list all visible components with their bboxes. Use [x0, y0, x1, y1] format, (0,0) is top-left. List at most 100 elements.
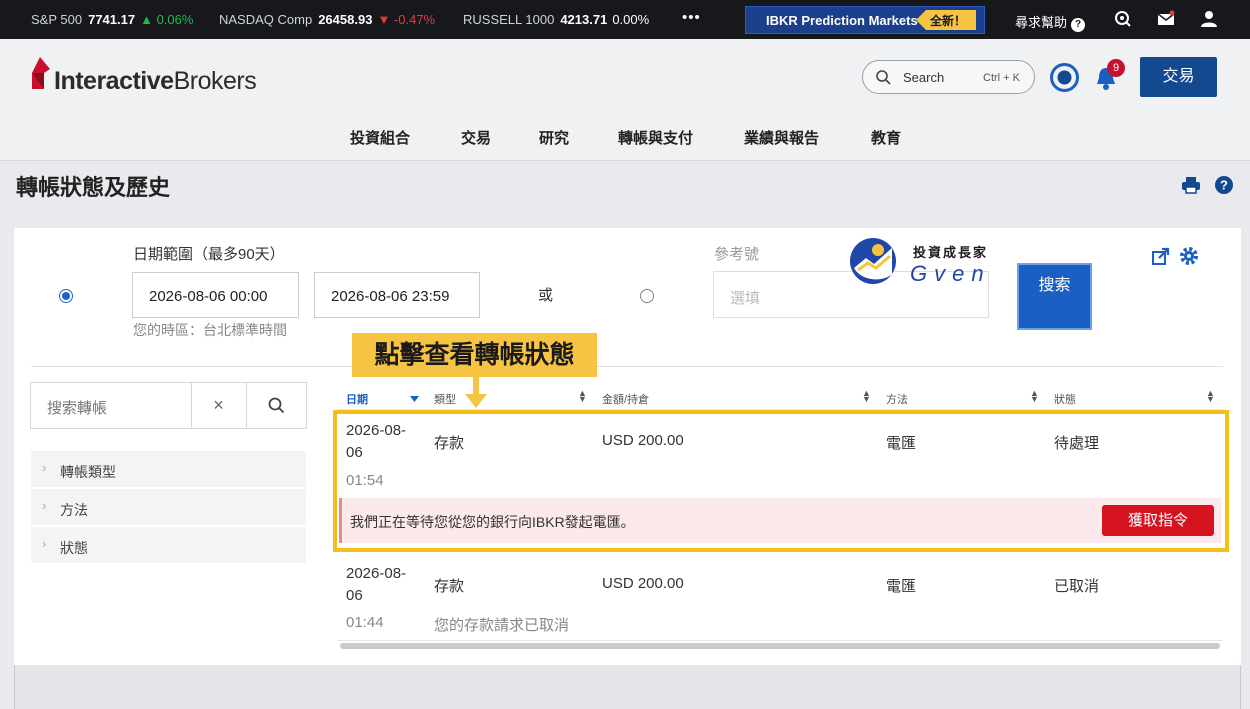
search-label: Search	[903, 70, 945, 85]
col-header-method[interactable]: 方法	[886, 391, 908, 407]
notifications-button[interactable]: 9	[1094, 59, 1125, 93]
user-account-icon[interactable]	[1200, 10, 1218, 28]
filter-label: 轉帳類型	[60, 464, 116, 480]
nav-trade[interactable]: 交易	[461, 127, 491, 148]
nav-education[interactable]: 教育	[871, 127, 901, 148]
svg-text:?: ?	[1220, 178, 1228, 193]
chevron-right-icon: ›	[42, 536, 47, 551]
ticker-name: S&P 500	[31, 12, 83, 27]
row-note: 您的存款請求已取消	[434, 617, 570, 634]
search-icon	[876, 70, 891, 85]
horizontal-scrollbar[interactable]	[340, 643, 1220, 649]
row-status: 已取消	[1054, 578, 1100, 595]
logo-text: InteractiveBrokers	[54, 67, 257, 96]
watermark-logo: 投資成長家 Gven	[848, 234, 1008, 288]
filter-transfer-type[interactable]: › 轉帳類型	[31, 451, 306, 488]
lower-panel	[14, 665, 1241, 709]
page-title: 轉帳狀態及歷史	[16, 175, 171, 200]
print-icon[interactable]	[1181, 175, 1201, 195]
callout-arrow-icon	[465, 377, 487, 408]
row-type: 存款	[434, 578, 465, 595]
filter-label: 方法	[60, 502, 88, 518]
help-icon: ?	[1071, 18, 1086, 32]
main-header: InteractiveBrokers Search Ctrl + K 9 交易 …	[0, 39, 1250, 161]
nav-transfer-pay[interactable]: 轉帳與支付	[618, 127, 693, 148]
promo-label: IBKR Prediction Markets	[766, 13, 918, 28]
ibot-assistant-icon[interactable]	[1050, 63, 1079, 92]
new-badge: 全新！	[915, 10, 976, 30]
ib-logo-icon	[32, 57, 50, 89]
row-method: 電匯	[886, 578, 917, 595]
search-button[interactable]: 搜索	[1017, 263, 1092, 330]
section-divider	[31, 366, 1223, 367]
reference-radio[interactable]	[640, 289, 654, 303]
chat-support-icon[interactable]	[1114, 10, 1132, 28]
row-time: 01:44	[346, 614, 384, 631]
sort-desc-icon[interactable]	[410, 396, 419, 402]
clear-search-button[interactable]: ×	[191, 382, 247, 429]
notification-count-badge: 9	[1107, 59, 1125, 77]
col-header-amount[interactable]: 金額/持倉	[602, 391, 649, 407]
highlight-box	[333, 410, 1229, 552]
filter-label: 狀態	[60, 540, 88, 556]
ticker-change-down: ▼ -0.47%	[377, 12, 436, 27]
ticker-change: 0.00%	[612, 12, 650, 27]
search-shortcut: Ctrl + K	[983, 72, 1020, 84]
sort-toggle-icon[interactable]: ▲ ▼	[1206, 389, 1215, 404]
date-to-input[interactable]: 2026-08-06 23:59	[314, 272, 480, 318]
nav-portfolio[interactable]: 投資組合	[350, 127, 410, 148]
ticker-name: NASDAQ Comp	[219, 12, 313, 27]
filter-status[interactable]: › 狀態	[31, 527, 306, 564]
ticker-russell[interactable]: RUSSELL 1000 4213.71 0.00%	[463, 12, 649, 27]
nav-performance-reports[interactable]: 業績與報告	[744, 127, 819, 148]
timezone-note: 您的時區：台北標準時間	[133, 322, 287, 338]
ticker-change-up: ▲ 0.06%	[140, 12, 194, 27]
help-link[interactable]: 尋求幫助?	[1015, 12, 1086, 32]
sort-toggle-icon[interactable]: ▲ ▼	[862, 389, 871, 404]
ticker-name: RUSSELL 1000	[463, 12, 555, 27]
row-divider	[337, 640, 1223, 641]
watermark-emblem-icon	[850, 238, 896, 284]
watermark-title: 投資成長家	[913, 245, 989, 260]
ticker-value: 4213.71	[560, 12, 608, 27]
market-ticker-bar: S&P 500 7741.17 ▲ 0.06% NASDAQ Comp 26458.9…	[0, 0, 1250, 39]
col-header-type[interactable]: 類型	[434, 391, 456, 407]
ticker-sp500[interactable]: S&P 500 7741.17 ▲ 0.06%	[31, 12, 193, 27]
global-search-button[interactable]: Search Ctrl + K	[862, 60, 1035, 94]
ticker-change: 0.06%	[156, 12, 194, 27]
chevron-right-icon: ›	[42, 498, 47, 513]
logo-text-bold: Interactive	[54, 67, 174, 95]
watermark-name: Gven	[910, 261, 991, 286]
col-header-date[interactable]: 日期	[346, 391, 368, 407]
tutorial-callout: 點擊查看轉帳狀態	[352, 333, 597, 377]
reference-label: 參考號	[714, 246, 760, 263]
date-range-label: 日期範圍（最多90天）	[133, 246, 285, 263]
filter-search-button[interactable]	[246, 382, 307, 429]
more-tickers-icon[interactable]: •••	[682, 9, 701, 26]
nav-research[interactable]: 研究	[539, 127, 569, 148]
ticker-change: -0.47%	[393, 12, 436, 27]
filter-method[interactable]: › 方法	[31, 489, 306, 526]
sort-toggle-icon[interactable]: ▲ ▼	[578, 389, 587, 404]
share-icon[interactable]	[1151, 246, 1171, 266]
or-label: 或	[538, 287, 554, 304]
ticker-nasdaq[interactable]: NASDAQ Comp 26458.93 ▼ -0.47%	[219, 12, 435, 27]
row-date: 2026-08-06	[346, 565, 407, 604]
logo-text-rest: Brokers	[173, 67, 257, 95]
row-amount: USD 200.00	[602, 575, 684, 592]
search-icon	[268, 397, 285, 414]
chevron-right-icon: ›	[42, 460, 47, 475]
transfer-search-input[interactable]: 搜索轉帳	[30, 382, 192, 429]
trade-button[interactable]: 交易	[1140, 57, 1217, 97]
help-icon[interactable]: ?	[1214, 175, 1234, 195]
ticker-value: 7741.17	[88, 12, 136, 27]
date-from-input[interactable]: 2026-08-06 00:00	[132, 272, 299, 318]
ticker-value: 26458.93	[318, 12, 373, 27]
settings-gear-icon[interactable]	[1179, 246, 1199, 266]
sort-toggle-icon[interactable]: ▲ ▼	[1030, 389, 1039, 404]
date-range-radio[interactable]	[59, 289, 73, 303]
mail-icon[interactable]	[1157, 10, 1175, 28]
col-header-status[interactable]: 狀態	[1054, 391, 1076, 407]
help-label: 尋求幫助	[1015, 15, 1068, 30]
prediction-markets-banner[interactable]: IBKR Prediction Markets 全新！	[745, 6, 985, 34]
